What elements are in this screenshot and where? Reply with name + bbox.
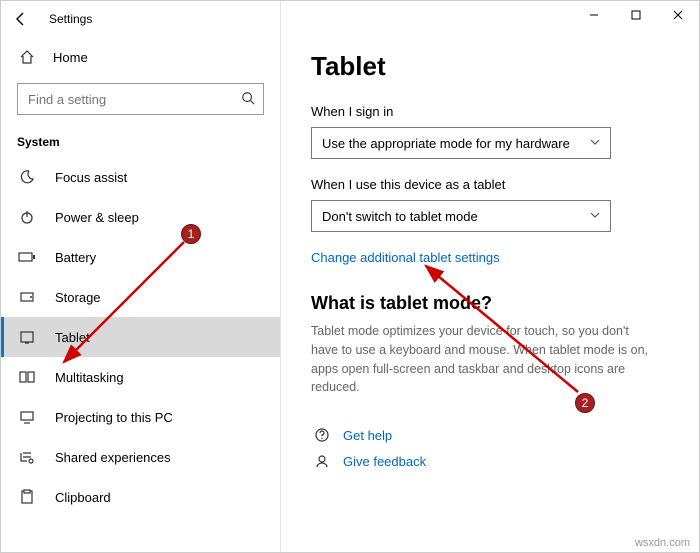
sidebar-item-multitasking[interactable]: Multitasking	[1, 357, 280, 397]
storage-icon	[17, 289, 37, 305]
sidebar-item-label: Clipboard	[55, 490, 111, 505]
window-controls	[573, 1, 699, 29]
nav-list: Focus assist Power & sleep Battery Stora…	[1, 157, 280, 552]
device-value: Don't switch to tablet mode	[322, 209, 478, 224]
home-label: Home	[53, 50, 88, 65]
section-label: System	[1, 127, 280, 157]
shared-icon	[17, 449, 37, 465]
signin-label: When I sign in	[311, 104, 669, 119]
home-icon	[17, 47, 37, 67]
minimize-button[interactable]	[573, 1, 615, 29]
sidebar-item-storage[interactable]: Storage	[1, 277, 280, 317]
change-additional-settings-link[interactable]: Change additional tablet settings	[311, 250, 500, 265]
tablet-icon	[17, 329, 37, 345]
sidebar-item-label: Power & sleep	[55, 210, 139, 225]
watermark: wsxdn.com	[635, 537, 690, 549]
get-help-row: Get help	[311, 427, 669, 443]
sidebar-item-clipboard[interactable]: Clipboard	[1, 477, 280, 517]
sidebar-item-label: Multitasking	[55, 370, 124, 385]
search-input[interactable]	[26, 91, 241, 108]
sidebar-item-label: Shared experiences	[55, 450, 171, 465]
sidebar-item-label: Battery	[55, 250, 96, 265]
moon-icon	[17, 169, 37, 185]
sidebar-item-label: Projecting to this PC	[55, 410, 173, 425]
sidebar-item-label: Storage	[55, 290, 101, 305]
sidebar-item-label: Tablet	[55, 330, 90, 345]
get-help-link[interactable]: Get help	[343, 428, 392, 443]
content-pane: Tablet When I sign in Use the appropriat…	[281, 1, 699, 552]
back-button[interactable]	[13, 11, 29, 27]
sidebar-item-battery[interactable]: Battery	[1, 237, 280, 277]
give-feedback-link[interactable]: Give feedback	[343, 454, 426, 469]
projecting-icon	[17, 409, 37, 425]
signin-value: Use the appropriate mode for my hardware	[322, 136, 570, 151]
annotation-badge-1: 1	[181, 224, 201, 244]
sidebar-item-tablet[interactable]: Tablet	[1, 317, 280, 357]
maximize-button[interactable]	[615, 1, 657, 29]
feedback-icon	[311, 453, 333, 469]
annotation-badge-2: 2	[575, 393, 595, 413]
sidebar-item-projecting[interactable]: Projecting to this PC	[1, 397, 280, 437]
device-dropdown[interactable]: Don't switch to tablet mode	[311, 200, 611, 232]
chevron-down-icon	[590, 137, 600, 150]
close-button[interactable]	[657, 1, 699, 29]
page-title: Tablet	[311, 51, 669, 82]
signin-dropdown[interactable]: Use the appropriate mode for my hardware	[311, 127, 611, 159]
chevron-down-icon	[590, 210, 600, 223]
sidebar-item-label: Focus assist	[55, 170, 127, 185]
battery-icon	[17, 251, 37, 263]
sidebar-item-shared-experiences[interactable]: Shared experiences	[1, 437, 280, 477]
home-nav[interactable]: Home	[1, 37, 280, 77]
multitasking-icon	[17, 369, 37, 385]
subheading: What is tablet mode?	[311, 293, 669, 314]
sidebar-item-focus-assist[interactable]: Focus assist	[1, 157, 280, 197]
help-icon	[311, 427, 333, 443]
give-feedback-row: Give feedback	[311, 453, 669, 469]
titlebar-left: Settings	[1, 1, 280, 37]
device-label: When I use this device as a tablet	[311, 177, 669, 192]
description-text: Tablet mode optimizes your device for to…	[311, 322, 651, 397]
sidebar-item-power-sleep[interactable]: Power & sleep	[1, 197, 280, 237]
sidebar-pane: Settings Home System Focus assist Power …	[1, 1, 281, 552]
app-title: Settings	[49, 12, 92, 26]
search-box[interactable]	[17, 83, 264, 115]
power-icon	[17, 209, 37, 225]
clipboard-icon	[17, 489, 37, 505]
search-icon	[241, 91, 255, 108]
